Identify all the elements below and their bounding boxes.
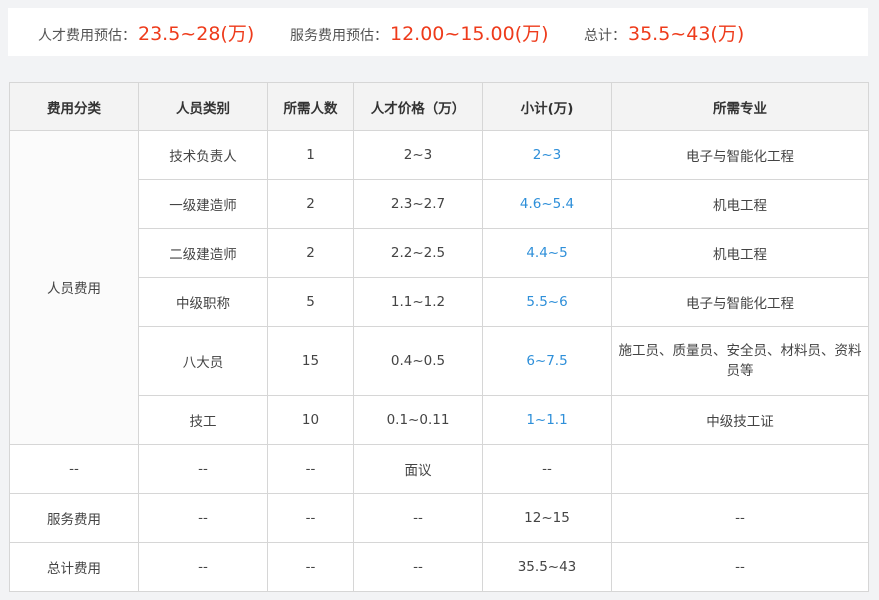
major-cell: 机电工程: [611, 228, 869, 279]
subtotal-cell: 5.5~6: [482, 277, 612, 328]
cost-table-container: 费用分类 人员类别 所需人数 人才价格（万） 小计(万) 所需专业 人员费用 技…: [9, 82, 869, 593]
header-subtotal: 小计(万): [482, 82, 612, 131]
service-cost-value: 12.00~15.00(万): [390, 22, 549, 45]
subtotal-cell: 35.5~43: [482, 541, 612, 593]
count-cell: --: [267, 443, 354, 494]
personnel-type-cell: 技术负责人: [138, 129, 268, 181]
personnel-type-cell: --: [138, 541, 268, 593]
subtotal-cell: 6~7.5: [482, 326, 612, 396]
service-cost-label: 服务费用预估：: [290, 27, 388, 44]
talent-cost-value: 23.5~28(万): [138, 22, 255, 45]
subtotal-cell: --: [482, 443, 612, 494]
major-cell: 电子与智能化工程: [611, 129, 869, 181]
table-row: 一级建造师 2 2.3~2.7 4.6~5.4 机电工程: [10, 179, 869, 230]
personnel-type-cell: 一级建造师: [138, 179, 268, 230]
price-cell: 2.3~2.7: [353, 179, 483, 230]
subtotal-cell: 1~1.1: [482, 394, 612, 445]
table-row: 人员费用 技术负责人 1 2~3 2~3 电子与智能化工程: [9, 129, 869, 445]
price-cell: --: [353, 492, 483, 543]
subtotal-cell: 4.4~5: [482, 228, 612, 279]
count-cell: --: [267, 492, 354, 543]
personnel-type-cell: --: [138, 443, 268, 494]
header-personnel-type: 人员类别: [138, 82, 268, 131]
major-cell: 中级技工证: [611, 394, 869, 445]
category-cell: --: [9, 443, 139, 494]
price-cell: 面议: [353, 443, 483, 494]
price-cell: 1.1~1.2: [353, 277, 483, 328]
subtotal-cell: 2~3: [482, 129, 612, 181]
total-cost-label: 总计：: [584, 27, 626, 44]
header-major: 所需专业: [611, 82, 869, 131]
major-cell: --: [611, 492, 869, 543]
personnel-type-cell: 八大员: [138, 326, 268, 396]
subtotal-cell: 4.6~5.4: [482, 179, 612, 230]
personnel-type-cell: 技工: [138, 394, 268, 445]
price-cell: 2~3: [353, 129, 483, 181]
subtotal-cell: 12~15: [482, 492, 612, 543]
count-cell: 10: [267, 394, 354, 445]
major-cell: [611, 443, 869, 494]
major-cell: 机电工程: [611, 179, 869, 230]
personnel-type-cell: 中级职称: [138, 277, 268, 328]
table-row: 中级职称 5 1.1~1.2 5.5~6 电子与智能化工程: [10, 277, 869, 328]
personnel-type-cell: --: [138, 492, 268, 543]
price-cell: 0.1~0.11: [353, 394, 483, 445]
header-count: 所需人数: [267, 82, 354, 131]
personnel-cost-category-cell: 人员费用: [9, 130, 139, 445]
total-cost-estimate: 总计： 35.5~43(万): [584, 19, 744, 46]
cost-table: 费用分类 人员类别 所需人数 人才价格（万） 小计(万) 所需专业 人员费用 技…: [9, 82, 869, 593]
total-cost-value: 35.5~43(万): [628, 22, 745, 45]
count-cell: 15: [267, 326, 354, 396]
header-cost-category: 费用分类: [9, 82, 139, 131]
category-cell: 总计费用: [9, 541, 139, 593]
count-cell: 2: [267, 228, 354, 279]
talent-cost-label: 人才费用预估：: [38, 27, 136, 44]
price-cell: 0.4~0.5: [353, 326, 483, 396]
service-cost-estimate: 服务费用预估： 12.00~15.00(万): [290, 19, 549, 46]
personnel-type-cell: 二级建造师: [138, 228, 268, 279]
table-row: 八大员 15 0.4~0.5 6~7.5 施工员、质量员、安全员、材料员、资料员…: [10, 326, 869, 396]
talent-cost-estimate: 人才费用预估： 23.5~28(万): [38, 19, 254, 46]
count-cell: 1: [267, 129, 354, 181]
count-cell: 5: [267, 277, 354, 328]
major-cell: 施工员、质量员、安全员、材料员、资料员等: [611, 326, 869, 396]
table-row-service: 服务费用 -- -- -- 12~15 --: [9, 492, 869, 543]
table-row: 二级建造师 2 2.2~2.5 4.4~5 机电工程: [10, 228, 869, 279]
table-header-row: 费用分类 人员类别 所需人数 人才价格（万） 小计(万) 所需专业: [9, 82, 869, 131]
count-cell: 2: [267, 179, 354, 230]
category-cell: 服务费用: [9, 492, 139, 543]
table-row-other: -- -- -- 面议 --: [9, 443, 869, 494]
header-price: 人才价格（万）: [353, 82, 483, 131]
table-row-total: 总计费用 -- -- -- 35.5~43 --: [9, 541, 869, 593]
major-cell: 电子与智能化工程: [611, 277, 869, 328]
cost-summary-bar: 人才费用预估： 23.5~28(万) 服务费用预估： 12.00~15.00(万…: [8, 8, 868, 56]
major-cell: --: [611, 541, 869, 593]
price-cell: --: [353, 541, 483, 593]
table-row: 技工 10 0.1~0.11 1~1.1 中级技工证: [10, 394, 869, 445]
price-cell: 2.2~2.5: [353, 228, 483, 279]
count-cell: --: [267, 541, 354, 593]
